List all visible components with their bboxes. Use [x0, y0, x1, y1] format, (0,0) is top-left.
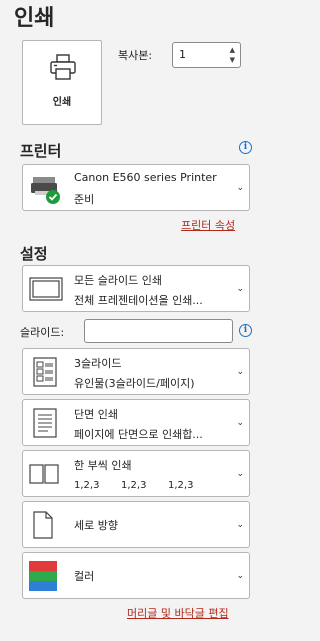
settings-heading: 설정 — [20, 245, 48, 263]
chevron-down-icon: ⌄ — [236, 417, 244, 428]
printer-heading: 프린터 — [20, 142, 62, 160]
printer-status: 준비 — [74, 193, 95, 206]
print-range-line1: 모든 슬라이드 인쇄 — [74, 274, 162, 287]
layout-line1: 3슬라이드 — [74, 357, 122, 370]
collate-seq2: 1,2,3 — [121, 480, 147, 491]
printer-select[interactable]: Canon E560 series Printer 준비 ⌄ — [22, 164, 250, 211]
print-range-select[interactable]: 모든 슬라이드 인쇄 전체 프레젠테이션을 인쇄... ⌄ — [22, 265, 250, 312]
print-range-line2: 전체 프레젠테이션을 인쇄... — [74, 294, 203, 307]
copies-stepper[interactable]: 1 ▲ ▼ — [172, 42, 241, 68]
spin-up-icon[interactable]: ▲ — [230, 46, 235, 54]
slides-input[interactable] — [84, 319, 233, 343]
print-button-label: 인쇄 — [52, 97, 72, 108]
slides-icon — [29, 276, 63, 301]
collate-seq3: 1,2,3 — [168, 480, 194, 491]
printer-status-icon — [31, 176, 60, 204]
chevron-down-icon: ⌄ — [236, 468, 244, 479]
color-icon — [29, 560, 57, 591]
portrait-icon — [33, 510, 53, 539]
info-icon[interactable]: i — [239, 141, 252, 154]
chevron-down-icon: ⌄ — [236, 283, 244, 294]
header-footer-link[interactable]: 머리글 및 바닥글 편집 — [127, 605, 229, 621]
printer-icon — [50, 54, 76, 80]
chevron-down-icon: ⌄ — [236, 519, 244, 530]
chevron-down-icon: ⌄ — [236, 182, 244, 193]
printer-properties-link[interactable]: 프린터 속성 — [181, 217, 235, 233]
handout-icon — [33, 356, 57, 387]
chevron-down-icon: ⌄ — [236, 570, 244, 581]
sides-line1: 단면 인쇄 — [74, 408, 118, 421]
collate-seq1: 1,2,3 — [74, 480, 100, 491]
sides-line2: 페이지에 단면으로 인쇄합... — [74, 428, 203, 441]
copies-label: 복사본: — [118, 49, 153, 62]
info-icon[interactable]: i — [239, 324, 252, 337]
color-select[interactable]: 컬러 ⌄ — [22, 552, 250, 599]
print-button[interactable]: 인쇄 — [22, 40, 102, 125]
sides-select[interactable]: 단면 인쇄 페이지에 단면으로 인쇄합... ⌄ — [22, 399, 250, 446]
layout-line2: 유인물(3슬라이드/페이지) — [74, 377, 195, 390]
chevron-down-icon: ⌄ — [236, 366, 244, 377]
page-title: 인쇄 — [14, 6, 55, 31]
layout-select[interactable]: 3슬라이드 유인물(3슬라이드/페이지) ⌄ — [22, 348, 250, 395]
collate-icon — [29, 463, 59, 484]
copies-value[interactable]: 1 — [179, 48, 186, 61]
slides-label: 슬라이드: — [20, 326, 65, 339]
collate-select[interactable]: 한 부씩 인쇄 1,2,3 1,2,3 1,2,3 ⌄ — [22, 450, 250, 497]
collate-line1: 한 부씩 인쇄 — [74, 459, 132, 472]
orientation-select[interactable]: 세로 방향 ⌄ — [22, 501, 250, 548]
spin-down-icon[interactable]: ▼ — [230, 56, 235, 64]
one-sided-icon — [33, 407, 57, 438]
color-label: 컬러 — [74, 570, 95, 583]
printer-name: Canon E560 series Printer — [74, 171, 217, 184]
orientation-label: 세로 방향 — [74, 519, 118, 532]
